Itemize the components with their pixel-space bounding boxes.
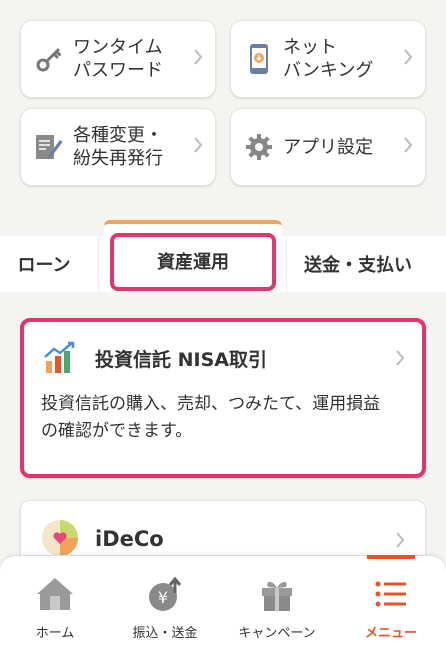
chevron-right-icon: [395, 531, 405, 553]
svg-text:¥: ¥: [158, 588, 168, 607]
one-time-password-tile[interactable]: ワンタイム パスワード: [20, 20, 216, 98]
tile-label: ワンタイム パスワード: [73, 37, 163, 81]
chevron-right-icon: [403, 136, 413, 158]
tab-loan[interactable]: ローン: [0, 236, 88, 292]
app-settings-tile[interactable]: アプリ設定: [230, 108, 426, 186]
menu-list-icon: [374, 574, 408, 614]
gear-icon: [243, 131, 275, 163]
nav-home[interactable]: ホーム: [0, 556, 110, 650]
active-indicator: [367, 555, 415, 559]
tab-highlight-frame: [110, 233, 276, 291]
nav-label: メニュー: [364, 626, 417, 641]
tab-divider: [98, 236, 99, 292]
net-banking-tile[interactable]: ネット バンキング: [230, 20, 426, 98]
yen-coin-icon: ¥: [145, 574, 185, 614]
document-pen-icon: [33, 131, 65, 163]
key-icon: [33, 43, 65, 75]
card-highlight-frame: [20, 318, 426, 478]
gift-icon: [258, 574, 296, 614]
chevron-right-icon: [403, 48, 413, 70]
house-icon: [35, 574, 75, 614]
smartphone-icon: [243, 43, 275, 75]
tab-remittance-payment[interactable]: 送金・支払い: [290, 236, 426, 292]
change-reissue-tile[interactable]: 各種変更・ 紛失再発行: [20, 108, 216, 186]
nav-campaign[interactable]: キャンペーン: [222, 556, 332, 650]
chevron-right-icon: [193, 136, 203, 158]
nav-transfer[interactable]: ¥ 振込・送金: [110, 556, 220, 650]
tile-label: ネット バンキング: [283, 37, 374, 81]
chevron-right-icon: [193, 48, 203, 70]
nav-label: ホーム: [35, 626, 75, 641]
tile-label: 各種変更・ 紛失再発行: [73, 125, 163, 169]
tile-label: アプリ設定: [283, 136, 373, 158]
nav-label: キャンペーン: [238, 626, 316, 641]
tab-divider: [286, 236, 287, 292]
ideco-card-title: iDeCo: [95, 527, 164, 551]
nav-label: 振込・送金: [132, 626, 198, 641]
nav-menu[interactable]: メニュー: [336, 555, 446, 650]
bottom-navigation: ホーム ¥ 振込・送金 キャンペーン メニュー: [0, 555, 446, 650]
